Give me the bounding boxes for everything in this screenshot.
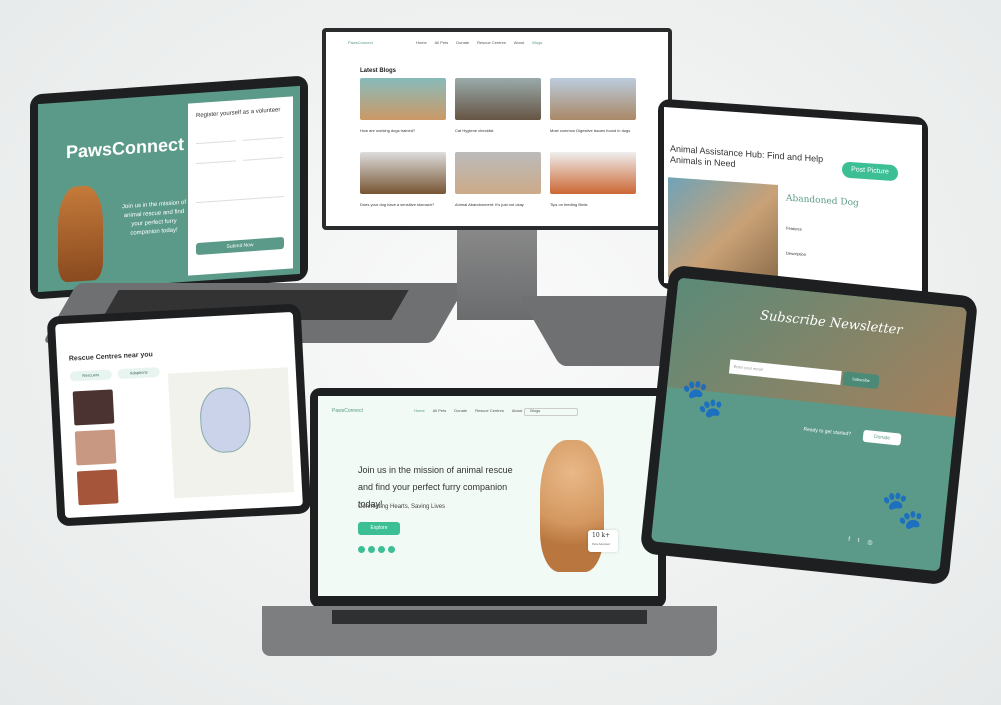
nav-all-pets[interactable]: All Pets	[433, 408, 447, 413]
rescuer-photo[interactable]	[76, 469, 119, 506]
nav-about[interactable]: About	[514, 40, 524, 45]
nav-about[interactable]: About	[512, 408, 522, 413]
twitter-icon[interactable]	[378, 546, 385, 553]
instagram-icon[interactable]	[368, 546, 375, 553]
tablet-right: Subscribe Newsletter Enter your email Su…	[639, 264, 979, 586]
blog-title[interactable]: Does your dog have a sensitive stomach?	[360, 202, 446, 207]
explore-button[interactable]: Explore	[358, 522, 400, 535]
social-links: f t ◎	[848, 537, 873, 547]
nav-rescue[interactable]: Rescue Centres	[475, 408, 504, 413]
stat-value: 10 k+	[592, 532, 611, 539]
blog-title[interactable]: Cat Hygiene checklist	[455, 128, 493, 133]
donate-button[interactable]: Donate	[862, 429, 902, 446]
twitter-icon[interactable]: t	[857, 538, 859, 545]
tagline: Join us in the mission of animal rescue …	[121, 199, 187, 237]
form-title: Register yourself as a volunteer	[196, 107, 281, 120]
paw-icon: 🐾	[678, 375, 728, 421]
center-search-input[interactable]	[524, 408, 578, 416]
center-logo: PawsConnect	[332, 408, 363, 414]
facebook-icon[interactable]	[358, 546, 365, 553]
dog-photo	[58, 184, 103, 283]
volunteer-screen: PawsConnect Join us in the mission of an…	[38, 85, 300, 293]
card-title: Abandoned Dog	[786, 193, 859, 209]
city-field[interactable]	[243, 152, 283, 161]
rescuer-photo[interactable]	[74, 429, 117, 466]
blog-image[interactable]	[360, 78, 446, 120]
section-title: Latest Blogs	[360, 68, 397, 74]
center-nav: Home All Pets Donate Rescue Centres Abou…	[414, 408, 540, 413]
email-field[interactable]	[196, 155, 236, 165]
tab-adoptions[interactable]: Adoptions	[117, 366, 160, 380]
blog-title[interactable]: How are working dogs trained?	[360, 128, 415, 133]
nav-blogs[interactable]: Blogs	[532, 40, 542, 45]
message-field[interactable]	[196, 176, 284, 204]
nav-donate[interactable]: Donate	[456, 40, 469, 45]
blog-image[interactable]	[360, 152, 446, 194]
name-field[interactable]	[196, 135, 236, 145]
social-links	[358, 546, 395, 553]
phone-field[interactable]	[243, 132, 283, 141]
newsletter-screen: Subscribe Newsletter Enter your email Su…	[650, 277, 968, 572]
nav-home[interactable]: Home	[416, 40, 427, 45]
post-picture-button[interactable]: Post Picture	[842, 161, 898, 182]
nav-all-pets[interactable]: All Pets	[435, 40, 449, 45]
rescuer-photo[interactable]	[72, 389, 115, 426]
description-label: Description	[786, 250, 807, 257]
paw-icon: 🐾	[878, 487, 928, 533]
nav-home[interactable]: Home	[414, 408, 425, 413]
rescue-title: Rescue Centres near you	[68, 351, 154, 363]
laptop-center-keys	[332, 610, 647, 624]
blog-image[interactable]	[455, 78, 541, 120]
facebook-icon[interactable]: f	[848, 537, 850, 544]
nav-rescue[interactable]: Rescue Centres	[477, 40, 506, 45]
form-panel: Register yourself as a volunteer Submit …	[188, 96, 293, 276]
home-screen: PawsConnect Home All Pets Donate Rescue …	[318, 396, 658, 596]
stat-card: 10 k+ Pets Adopted	[588, 530, 618, 552]
submit-button[interactable]: Submit Now	[196, 236, 284, 256]
youtube-icon[interactable]	[388, 546, 395, 553]
ready-text: Ready to get started?	[803, 426, 852, 438]
assistance-title: Animal Assistance Hub: Find and Help Ani…	[670, 143, 824, 169]
monitor-nav: Home All Pets Donate Rescue Centres Abou…	[416, 40, 542, 45]
logo: PawsConnect	[66, 133, 185, 163]
hero-dog	[540, 440, 604, 572]
instagram-icon[interactable]: ◎	[867, 539, 873, 547]
nav-donate[interactable]: Donate	[454, 408, 467, 413]
tab-rescuers[interactable]: Rescuers	[69, 369, 113, 382]
features-label: Features	[786, 225, 802, 232]
subline: Connecting Hearts, Saving Lives	[358, 504, 446, 510]
blog-image[interactable]	[455, 152, 541, 194]
monitor-logo: PawsConnect	[348, 40, 373, 45]
map-region	[198, 386, 252, 454]
stat-label: Pets Adopted	[592, 542, 610, 546]
blog-title[interactable]: Animal Abandonment: It's just not okay	[455, 202, 541, 207]
email-input-placeholder: Enter your email	[733, 363, 763, 372]
